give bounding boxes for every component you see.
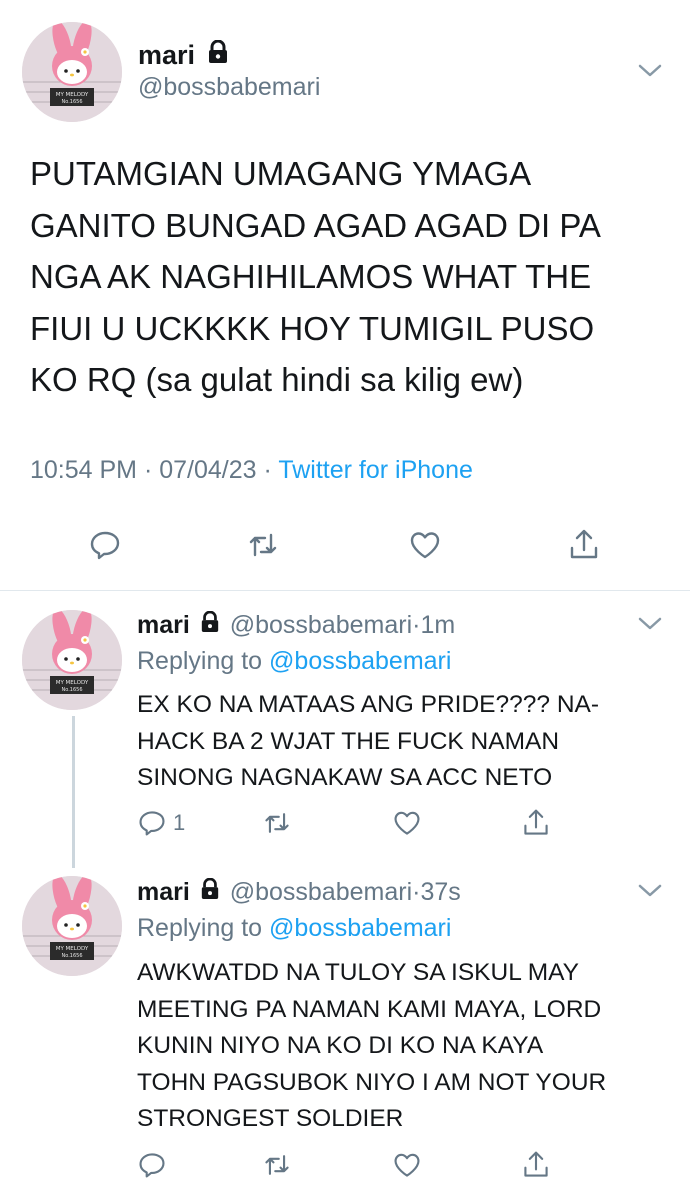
like-button[interactable] [408, 528, 442, 562]
like-icon [410, 532, 440, 559]
display-name-text: mari [138, 40, 196, 70]
tweet-time: 10:54 PM [30, 456, 138, 484]
mention-link[interactable]: @bossbabemari [269, 647, 451, 675]
tweet-time: 1m [420, 611, 456, 639]
lock-icon [201, 878, 218, 899]
tweet-actions [0, 528, 690, 568]
tweet-date: 07/04/23 [159, 456, 257, 484]
tweet-text: EX KO NA MATAAS ANG PRIDE???? NA- HACK B… [137, 691, 600, 791]
reply-button[interactable] [88, 528, 122, 562]
like-button[interactable] [392, 1150, 422, 1180]
retweet-icon [265, 1155, 289, 1175]
reply-icon [90, 531, 120, 560]
retweet-button[interactable] [246, 528, 280, 562]
tweet-time: 37s [420, 878, 461, 906]
reply-header[interactable]: mari @bossbabemari·37s [137, 878, 461, 907]
reply-icon [139, 1153, 165, 1178]
reply-header[interactable]: mari @bossbabemari·1m [137, 611, 455, 640]
handle[interactable]: @bossbabemari [138, 73, 320, 102]
display-name-text: mari [137, 878, 190, 906]
retweet-icon [265, 813, 289, 833]
share-icon [570, 529, 598, 559]
share-icon [524, 1151, 548, 1177]
share-button[interactable] [521, 808, 551, 838]
reply-count: 1 [173, 810, 186, 835]
tweet-text: AWKWATDD NA TULOY SA ISKUL MAY MEETING P… [137, 959, 607, 1132]
display-name[interactable]: mari [138, 40, 229, 71]
tweet-actions: 1 [0, 808, 690, 848]
chevron-down-icon[interactable] [636, 60, 664, 80]
share-button[interactable] [521, 1150, 551, 1180]
retweet-icon [249, 533, 277, 557]
avatar-sign-text: MY MELODY [56, 946, 89, 952]
like-icon [394, 811, 420, 835]
lock-icon [208, 40, 227, 63]
meta-separator: · [263, 456, 272, 484]
retweet-button[interactable] [262, 808, 292, 838]
avatar-sign-number: No.1656 [61, 953, 82, 959]
tweet-text: PUTAMGIAN UMAGANG YMAGA GANITO BUNGAD AG… [30, 155, 601, 398]
avatar-sign-text: MY MELODY [56, 92, 89, 98]
avatar-sign-number: No.1656 [61, 687, 82, 693]
tweet-meta: 10:54 PM · 07/04/23 · Twitter for iPhone [30, 456, 473, 485]
avatar[interactable]: MY MELODY No.1656 [22, 22, 122, 122]
divider [0, 590, 690, 591]
display-name-text: mari [137, 611, 190, 639]
tweet-actions [0, 1150, 690, 1190]
replying-to-label: Replying to [137, 647, 263, 675]
tweet-source[interactable]: Twitter for iPhone [278, 456, 473, 484]
lock-icon [201, 611, 218, 632]
chevron-down-icon[interactable] [636, 613, 664, 633]
replying-to: Replying to @bossbabemari [137, 914, 451, 943]
avatar[interactable]: MY MELODY No.1656 [22, 610, 122, 710]
reply-icon [139, 811, 165, 836]
mention-link[interactable]: @bossbabemari [269, 914, 451, 942]
retweet-button[interactable] [262, 1150, 292, 1180]
like-button[interactable] [392, 808, 422, 838]
replying-to-label: Replying to [137, 914, 263, 942]
chevron-down-icon[interactable] [636, 880, 664, 900]
like-icon [394, 1153, 420, 1177]
avatar[interactable]: MY MELODY No.1656 [22, 876, 122, 976]
avatar-sign-number: No.1656 [61, 99, 82, 105]
reply-button[interactable] [137, 1150, 167, 1180]
replying-to: Replying to @bossbabemari [137, 647, 451, 676]
meta-separator: · [143, 456, 153, 484]
handle: @bossbabemari [229, 878, 413, 906]
reply-button[interactable]: 1 [137, 808, 185, 838]
share-button[interactable] [567, 528, 601, 562]
avatar-sign-text: MY MELODY [56, 680, 89, 686]
share-icon [524, 809, 548, 835]
handle: @bossbabemari [229, 611, 413, 639]
